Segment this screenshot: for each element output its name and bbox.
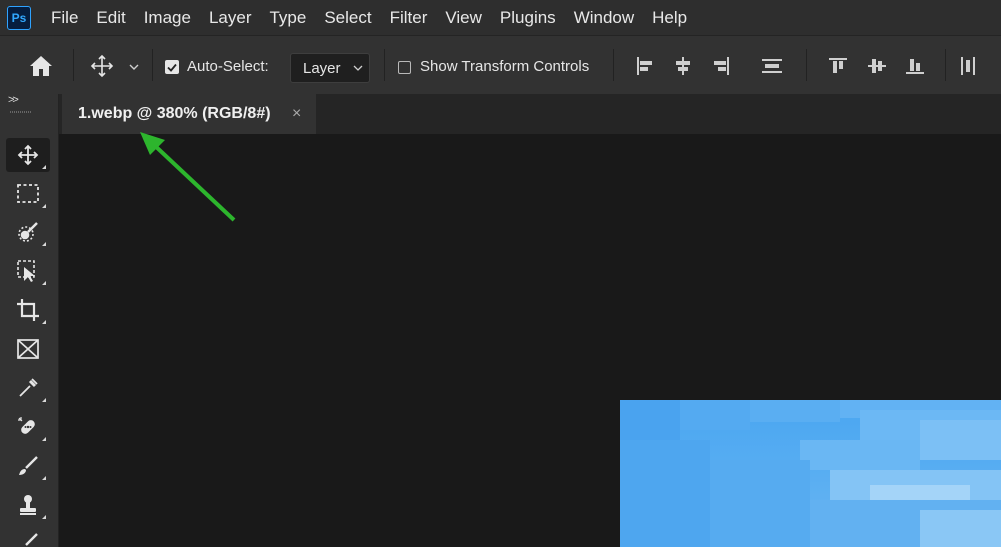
options-bar: Auto-Select: Layer Show Transform Contro… bbox=[0, 35, 1001, 94]
chevron-down-icon[interactable] bbox=[127, 61, 141, 73]
tool-clone-stamp[interactable] bbox=[6, 488, 50, 522]
eyedropper-icon bbox=[19, 378, 38, 397]
menu-type[interactable]: Type bbox=[260, 0, 315, 35]
align-horizontal-centers-icon[interactable] bbox=[671, 54, 695, 78]
tool-object-selection[interactable] bbox=[6, 215, 50, 249]
photoshop-logo[interactable]: Ps bbox=[7, 5, 31, 30]
distribute-vertically-icon[interactable] bbox=[956, 54, 980, 78]
document-tab[interactable]: 1.webp @ 380% (RGB/8#) × bbox=[62, 94, 316, 134]
tool-crop[interactable] bbox=[6, 293, 50, 327]
show-transform-controls-checkbox[interactable] bbox=[398, 61, 411, 74]
align-bottom-edges-icon[interactable] bbox=[903, 54, 927, 78]
tools-panel: >> bbox=[0, 94, 59, 547]
menu-file[interactable]: File bbox=[42, 0, 87, 35]
object-selection-icon bbox=[17, 260, 35, 282]
brush-icon bbox=[19, 456, 38, 475]
tool-brush[interactable] bbox=[6, 449, 50, 483]
home-icon[interactable] bbox=[24, 51, 58, 81]
dropdown-value: Layer bbox=[303, 60, 341, 77]
tool-eyedropper[interactable] bbox=[6, 371, 50, 405]
divider bbox=[806, 49, 807, 81]
divider bbox=[384, 49, 385, 81]
healing-brush-icon bbox=[18, 417, 35, 434]
chevron-down-icon bbox=[353, 65, 363, 71]
menu-view[interactable]: View bbox=[436, 0, 491, 35]
move-tool-icon[interactable] bbox=[88, 52, 116, 80]
quick-selection-icon bbox=[18, 222, 38, 242]
menu-help[interactable]: Help bbox=[643, 0, 696, 35]
auto-select-target-dropdown[interactable]: Layer bbox=[290, 53, 370, 83]
tool-history-brush[interactable] bbox=[6, 527, 50, 547]
menu-window[interactable]: Window bbox=[565, 0, 643, 35]
menu-plugins[interactable]: Plugins bbox=[491, 0, 565, 35]
tool-spot-healing[interactable] bbox=[6, 410, 50, 444]
divider bbox=[613, 49, 614, 81]
distribute-horizontally-icon[interactable] bbox=[760, 54, 784, 78]
document-tab-title: 1.webp @ 380% (RGB/8#) bbox=[78, 105, 271, 122]
document-tab-bar: 1.webp @ 380% (RGB/8#) × bbox=[59, 94, 1001, 134]
crop-icon bbox=[17, 299, 39, 321]
history-brush-icon bbox=[25, 533, 38, 546]
document-image[interactable] bbox=[620, 400, 1001, 547]
tool-move[interactable] bbox=[6, 138, 50, 172]
move-tool-icon bbox=[17, 144, 39, 166]
auto-select-label: Auto-Select: bbox=[187, 58, 269, 75]
menu-filter[interactable]: Filter bbox=[381, 0, 437, 35]
divider bbox=[152, 49, 153, 81]
divider bbox=[73, 49, 74, 81]
menu-layer[interactable]: Layer bbox=[200, 0, 261, 35]
marquee-icon bbox=[17, 184, 39, 203]
align-vertical-centers-icon[interactable] bbox=[865, 54, 889, 78]
tool-object-select[interactable] bbox=[6, 254, 50, 288]
menu-select[interactable]: Select bbox=[315, 0, 380, 35]
panel-grip[interactable] bbox=[10, 111, 32, 113]
align-top-edges-icon[interactable] bbox=[826, 54, 850, 78]
tool-rectangular-marquee[interactable] bbox=[6, 177, 50, 211]
show-transform-controls-label: Show Transform Controls bbox=[420, 58, 590, 75]
close-icon[interactable]: × bbox=[292, 105, 301, 123]
collapse-panel-icon[interactable]: >> bbox=[8, 94, 19, 106]
auto-select-checkbox[interactable] bbox=[165, 60, 179, 74]
menu-image[interactable]: Image bbox=[135, 0, 200, 35]
menu-bar: Ps File Edit Image Layer Type Select Fil… bbox=[0, 0, 1001, 35]
menu-edit[interactable]: Edit bbox=[87, 0, 134, 35]
frame-icon bbox=[17, 339, 39, 359]
stamp-icon bbox=[20, 495, 36, 515]
align-right-edges-icon[interactable] bbox=[709, 54, 733, 78]
align-left-edges-icon[interactable] bbox=[633, 54, 657, 78]
tool-frame[interactable] bbox=[6, 332, 50, 366]
divider bbox=[945, 49, 946, 81]
